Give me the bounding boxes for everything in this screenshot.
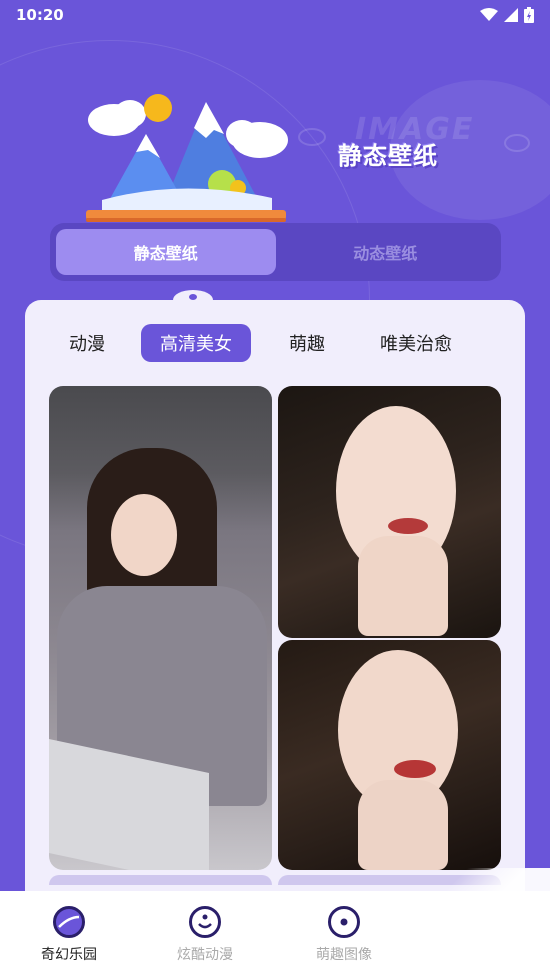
- nav-label: 萌趣图像: [316, 947, 372, 963]
- category-tab-cute[interactable]: 萌趣: [279, 324, 335, 362]
- smile-icon: [189, 906, 221, 938]
- bottom-navigation: 奇幻乐园 炫酷动漫 萌趣图像: [0, 891, 550, 979]
- wallpaper-card: 动漫 高清美女 萌趣 唯美治愈: [25, 290, 525, 920]
- status-icons: [480, 7, 534, 23]
- wallpaper-thumbnail[interactable]: [49, 386, 272, 870]
- status-bar: 10:20: [0, 0, 550, 30]
- wallpaper-thumbnail[interactable]: [278, 640, 501, 870]
- wallpaper-type-toggle: 静态壁纸 动态壁纸: [50, 223, 501, 281]
- hero-title: 静态壁纸: [338, 142, 438, 170]
- nav-item-cool-anime[interactable]: 炫酷动漫: [150, 891, 260, 979]
- tab-static-wallpaper[interactable]: 静态壁纸: [56, 229, 276, 275]
- nav-label: 奇幻乐园: [41, 947, 97, 963]
- battery-icon: [524, 7, 534, 23]
- nav-label: 炫酷动漫: [177, 947, 233, 963]
- category-tab-hd-beauty[interactable]: 高清美女: [141, 324, 251, 362]
- category-tabs: 动漫 高清美女 萌趣 唯美治愈: [25, 324, 525, 362]
- card-notch: [173, 290, 213, 310]
- planet-icon: [53, 906, 85, 938]
- wallpaper-thumbnail-partial[interactable]: [49, 875, 272, 885]
- tab-dynamic-wallpaper[interactable]: 动态壁纸: [276, 229, 496, 275]
- wifi-icon: [480, 8, 498, 22]
- mountain-illustration: [82, 88, 290, 228]
- dot-circle-icon: [328, 906, 360, 938]
- status-time: 10:20: [16, 6, 64, 24]
- category-tab-anime[interactable]: 动漫: [59, 324, 115, 362]
- nav-item-cute-images[interactable]: 萌趣图像: [289, 891, 399, 979]
- wallpaper-thumbnail-partial[interactable]: [278, 875, 501, 885]
- category-tab-healing[interactable]: 唯美治愈: [371, 324, 461, 362]
- nav-item-fantasy-park[interactable]: 奇幻乐园: [14, 891, 124, 979]
- signal-icon: [504, 8, 518, 22]
- wallpaper-thumbnail[interactable]: [278, 386, 501, 638]
